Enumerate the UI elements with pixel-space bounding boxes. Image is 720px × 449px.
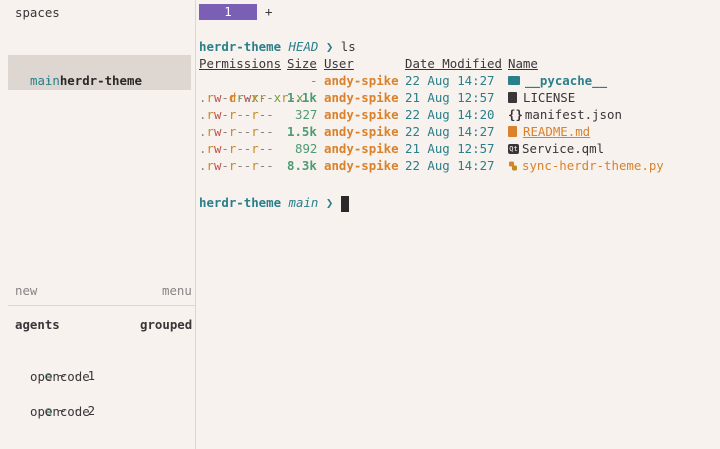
agent-app: opencode (30, 404, 90, 419)
sidebar: spaces ~ ·herdr-theme main new menu agen… (0, 0, 195, 449)
prompt-branch: main (288, 195, 319, 210)
row-name[interactable]: LICENSE (508, 89, 575, 106)
row-name[interactable]: README.md (508, 123, 590, 140)
row-user: andy-spike (324, 73, 399, 88)
row-date: 22 Aug 14:27 (405, 124, 495, 139)
row-user: andy-spike (324, 141, 399, 156)
row-size: 327 (295, 107, 318, 122)
row-user: andy-spike (324, 107, 399, 122)
prompt-dir: herdr-theme (199, 195, 282, 210)
workspace-label: herdr-theme (59, 73, 142, 88)
spaces-title: spaces (15, 5, 60, 20)
terminal-cursor (340, 195, 349, 212)
row-name[interactable]: sync-herdr-theme.py (508, 157, 664, 174)
tab-1[interactable]: 1 (199, 4, 257, 20)
row-date: 22 Aug 14:20 (405, 107, 495, 122)
row-permissions: .rw-r--r-- (199, 141, 274, 156)
row-permissions: .rw-r--r-- (199, 107, 274, 122)
prompt-arrow: ❯ (325, 195, 334, 210)
row-date: 21 Aug 12:57 (405, 141, 495, 156)
row-user: andy-spike (324, 124, 399, 139)
file-icon (508, 92, 517, 103)
command-text: ls (340, 39, 356, 54)
markdown-icon (508, 126, 517, 137)
row-size: 1.5k (287, 124, 317, 139)
sidebar-divider-line (8, 305, 195, 306)
agents-title: agents (15, 317, 60, 332)
row-name[interactable]: __pycache__ (508, 72, 607, 89)
row-name[interactable]: {} manifest.json (508, 106, 622, 123)
header-permissions: Permissions (199, 56, 282, 71)
row-size: - (310, 73, 318, 88)
row-size: 8.3k (287, 158, 317, 173)
header-user: User (324, 56, 354, 71)
prompt-line: herdr-theme main ❯ (199, 194, 349, 212)
row-permissions: .rw-r--r-- (199, 124, 274, 139)
row-date: 22 Aug 14:27 (405, 73, 495, 88)
row-date: 21 Aug 12:57 (405, 90, 495, 105)
agent-app: opencode (30, 369, 90, 384)
header-date: Date Modified (405, 56, 502, 71)
row-name[interactable]: Qt Service.qml (508, 140, 604, 157)
row-user: andy-spike (324, 158, 399, 173)
menu-button[interactable]: menu (162, 282, 192, 299)
prompt-dir: herdr-theme (199, 39, 282, 54)
grouped-toggle[interactable]: grouped (140, 316, 192, 333)
workspace-branch: main (30, 73, 60, 88)
row-permissions: .rw-r--r-- (199, 158, 274, 173)
new-tab-button[interactable]: + (265, 4, 272, 20)
folder-icon (508, 76, 520, 85)
new-button[interactable]: new (15, 282, 37, 299)
prompt-branch: HEAD (288, 39, 319, 54)
prompt-line: herdr-theme HEAD ❯ ls (199, 38, 356, 55)
prompt-arrow: ❯ (325, 39, 334, 54)
json-icon: {} (508, 107, 523, 122)
header-name: Name (508, 56, 538, 71)
row-size: 1.1k (287, 90, 317, 105)
qt-icon: Qt (508, 143, 519, 154)
sidebar-border (195, 0, 196, 449)
row-permissions: .rw-r--r-- (199, 90, 274, 105)
python-icon (509, 161, 517, 170)
row-size: 892 (295, 141, 318, 156)
row-date: 22 Aug 14:27 (405, 158, 495, 173)
row-user: andy-spike (324, 90, 399, 105)
header-size: Size (287, 56, 317, 71)
